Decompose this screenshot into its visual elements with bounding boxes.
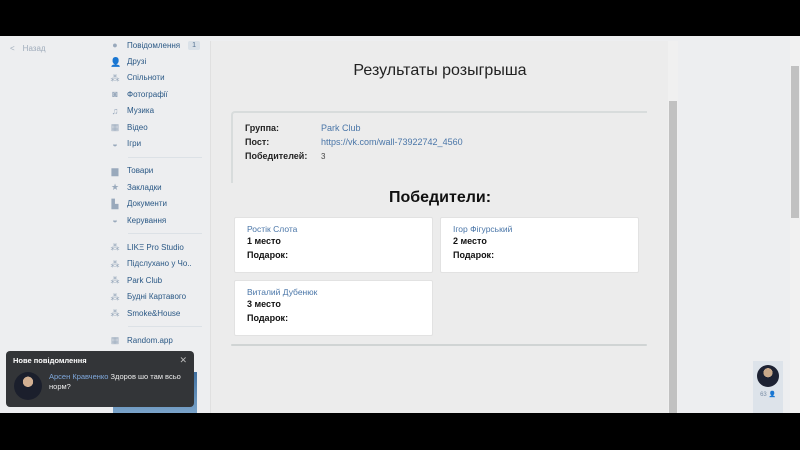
menu-item-label: Музика bbox=[127, 106, 155, 116]
back-link[interactable]: < Назад bbox=[10, 44, 46, 53]
scroll-thumb[interactable] bbox=[669, 101, 677, 413]
app-frame: Результаты розыгрыша Группа: Park Club По… bbox=[210, 41, 678, 413]
avatar[interactable] bbox=[14, 372, 42, 400]
menu-item-label: Відео bbox=[127, 122, 148, 132]
menu-item-label: Закладки bbox=[127, 182, 162, 192]
unread-badge: 1 bbox=[188, 40, 200, 50]
menu-item-label: Товари bbox=[127, 166, 154, 176]
toast-title: Нове повідомлення bbox=[13, 356, 87, 365]
winner-place: 1 место bbox=[247, 236, 281, 246]
menu-item[interactable]: ◙ Фотографії bbox=[110, 86, 202, 102]
menu-item-label: Smoke&House bbox=[127, 308, 181, 318]
camera-icon: ◙ bbox=[112, 89, 118, 100]
group-icon: ⁂ bbox=[110, 308, 120, 319]
menu-item[interactable]: ▆ Товари bbox=[110, 163, 202, 179]
menu-item[interactable]: ⁂ Будні Картавого bbox=[110, 288, 202, 304]
winner-name-link[interactable]: Виталий Дубенюк bbox=[247, 287, 420, 299]
menu-item[interactable]: 👤 Друзі bbox=[110, 53, 202, 69]
winner-place: 3 место bbox=[247, 299, 281, 309]
group-icon: ⁂ bbox=[110, 291, 120, 302]
document-icon: ▙ bbox=[111, 198, 119, 209]
menu-item[interactable]: ◒ Ігри bbox=[110, 135, 202, 151]
menu-item[interactable]: ▙ Документи bbox=[110, 196, 202, 212]
group-label: Группа: bbox=[245, 123, 280, 133]
post-label: Пост: bbox=[245, 137, 270, 147]
gamepad-icon: ◒ bbox=[112, 215, 118, 226]
menu-item[interactable]: ⁂ Спільноти bbox=[110, 70, 202, 86]
app-scrollbar[interactable] bbox=[668, 41, 678, 413]
divider bbox=[128, 233, 202, 235]
star-icon: ★ bbox=[110, 182, 120, 193]
gift-label: Подарок: bbox=[247, 250, 289, 260]
menu-item[interactable]: ★ Закладки bbox=[110, 179, 202, 195]
menu-item-label: Документи bbox=[127, 199, 167, 209]
music-icon: ♫ bbox=[111, 105, 119, 116]
menu-item[interactable]: ● Повідомлення 1 bbox=[110, 37, 202, 53]
apps-icon: ▦ bbox=[110, 335, 120, 346]
bag-icon: ▆ bbox=[111, 165, 119, 176]
menu-item-label: Park Club bbox=[127, 275, 163, 285]
divider bbox=[231, 344, 647, 346]
notification-toast[interactable]: Нове повідомлення ✕ Арсен Кравченко Здор… bbox=[6, 351, 194, 407]
chat-widget[interactable]: 63 👤 bbox=[753, 361, 783, 413]
menu-item[interactable]: ◒ Керування bbox=[110, 212, 202, 228]
winner-name-link[interactable]: Ростік Слота bbox=[247, 224, 420, 236]
group-icon: ⁂ bbox=[110, 72, 120, 83]
menu-item-label: Фотографії bbox=[127, 89, 168, 99]
menu-item[interactable]: ▦ Відео bbox=[110, 119, 202, 135]
chevron-left-icon: < bbox=[10, 44, 15, 53]
gift-label: Подарок: bbox=[247, 313, 289, 323]
page-title: Результаты розыгрыша bbox=[353, 62, 527, 79]
user-icon: 👤 bbox=[110, 56, 122, 67]
menu-item-label: Керування bbox=[127, 215, 167, 225]
menu-item-label: Random.app bbox=[127, 335, 173, 345]
left-menu: ● Повідомлення 1 👤 Друзі ⁂ Спільноти ◙ Фотографі… bbox=[110, 36, 202, 349]
winner-name-link[interactable]: Ігор Фігурський bbox=[453, 224, 626, 236]
menu-item-label: Ігри bbox=[127, 139, 142, 149]
menu-item-label: Друзі bbox=[127, 57, 147, 67]
group-icon: ⁂ bbox=[110, 258, 120, 269]
gamepad-icon: ◒ bbox=[112, 138, 118, 149]
vk-page: < Назад ● Повідомлення 1 👤 Друзі ⁂ Спільноти ◙ Фо… bbox=[0, 36, 800, 413]
menu-item-label: Повідомлення bbox=[127, 40, 181, 50]
chat-icon: ● bbox=[112, 40, 118, 51]
menu-item-label: Підслухано у Чо.. bbox=[127, 259, 192, 269]
group-icon: ⁂ bbox=[110, 242, 120, 253]
menu-item[interactable]: ⁂ Smoke&House bbox=[110, 305, 202, 321]
winner-card: Виталий Дубенюк 3 место Подарок: bbox=[234, 280, 433, 336]
menu-item-label: Спільноти bbox=[127, 73, 165, 83]
avatar[interactable] bbox=[757, 365, 779, 387]
divider bbox=[128, 326, 202, 328]
winner-place: 2 место bbox=[453, 236, 487, 246]
divider bbox=[128, 156, 202, 158]
online-count: 63 bbox=[760, 392, 767, 398]
winners-title: Победители: bbox=[388, 189, 492, 206]
scroll-thumb[interactable] bbox=[791, 66, 799, 218]
sender-name[interactable]: Арсен Кравченко bbox=[49, 372, 108, 381]
gift-label: Подарок: bbox=[453, 250, 495, 260]
menu-item[interactable]: ♫ Музика bbox=[110, 103, 202, 119]
group-icon: ⁂ bbox=[110, 275, 120, 286]
close-icon[interactable]: ✕ bbox=[179, 355, 187, 366]
winners-count-label: Победителей: bbox=[245, 151, 308, 161]
user-icon: 👤 bbox=[768, 392, 776, 398]
menu-item[interactable]: ⁂ Park Club bbox=[110, 272, 202, 288]
menu-item[interactable]: ⁂ LIKΞ Pro Studio bbox=[110, 239, 202, 255]
menu-item[interactable]: ▦ Random.app bbox=[110, 332, 202, 348]
menu-item[interactable]: ⁂ Підслухано у Чо.. bbox=[110, 256, 202, 272]
winner-card: Ростік Слота 1 место Подарок: bbox=[234, 217, 433, 273]
winners-count: 3 bbox=[321, 151, 326, 161]
menu-item-label: LIKΞ Pro Studio bbox=[127, 242, 184, 252]
video-icon: ▦ bbox=[110, 122, 120, 133]
group-link[interactable]: Park Club bbox=[321, 123, 361, 133]
menu-item-label: Будні Картавого bbox=[127, 292, 187, 302]
info-panel: Группа: Park Club Пост: https://vk.com/wal… bbox=[231, 111, 647, 183]
winner-card: Ігор Фігурський 2 место Подарок: bbox=[440, 217, 639, 273]
page-scrollbar[interactable] bbox=[790, 36, 800, 413]
post-link[interactable]: https://vk.com/wall-73922742_4560 bbox=[321, 137, 463, 147]
